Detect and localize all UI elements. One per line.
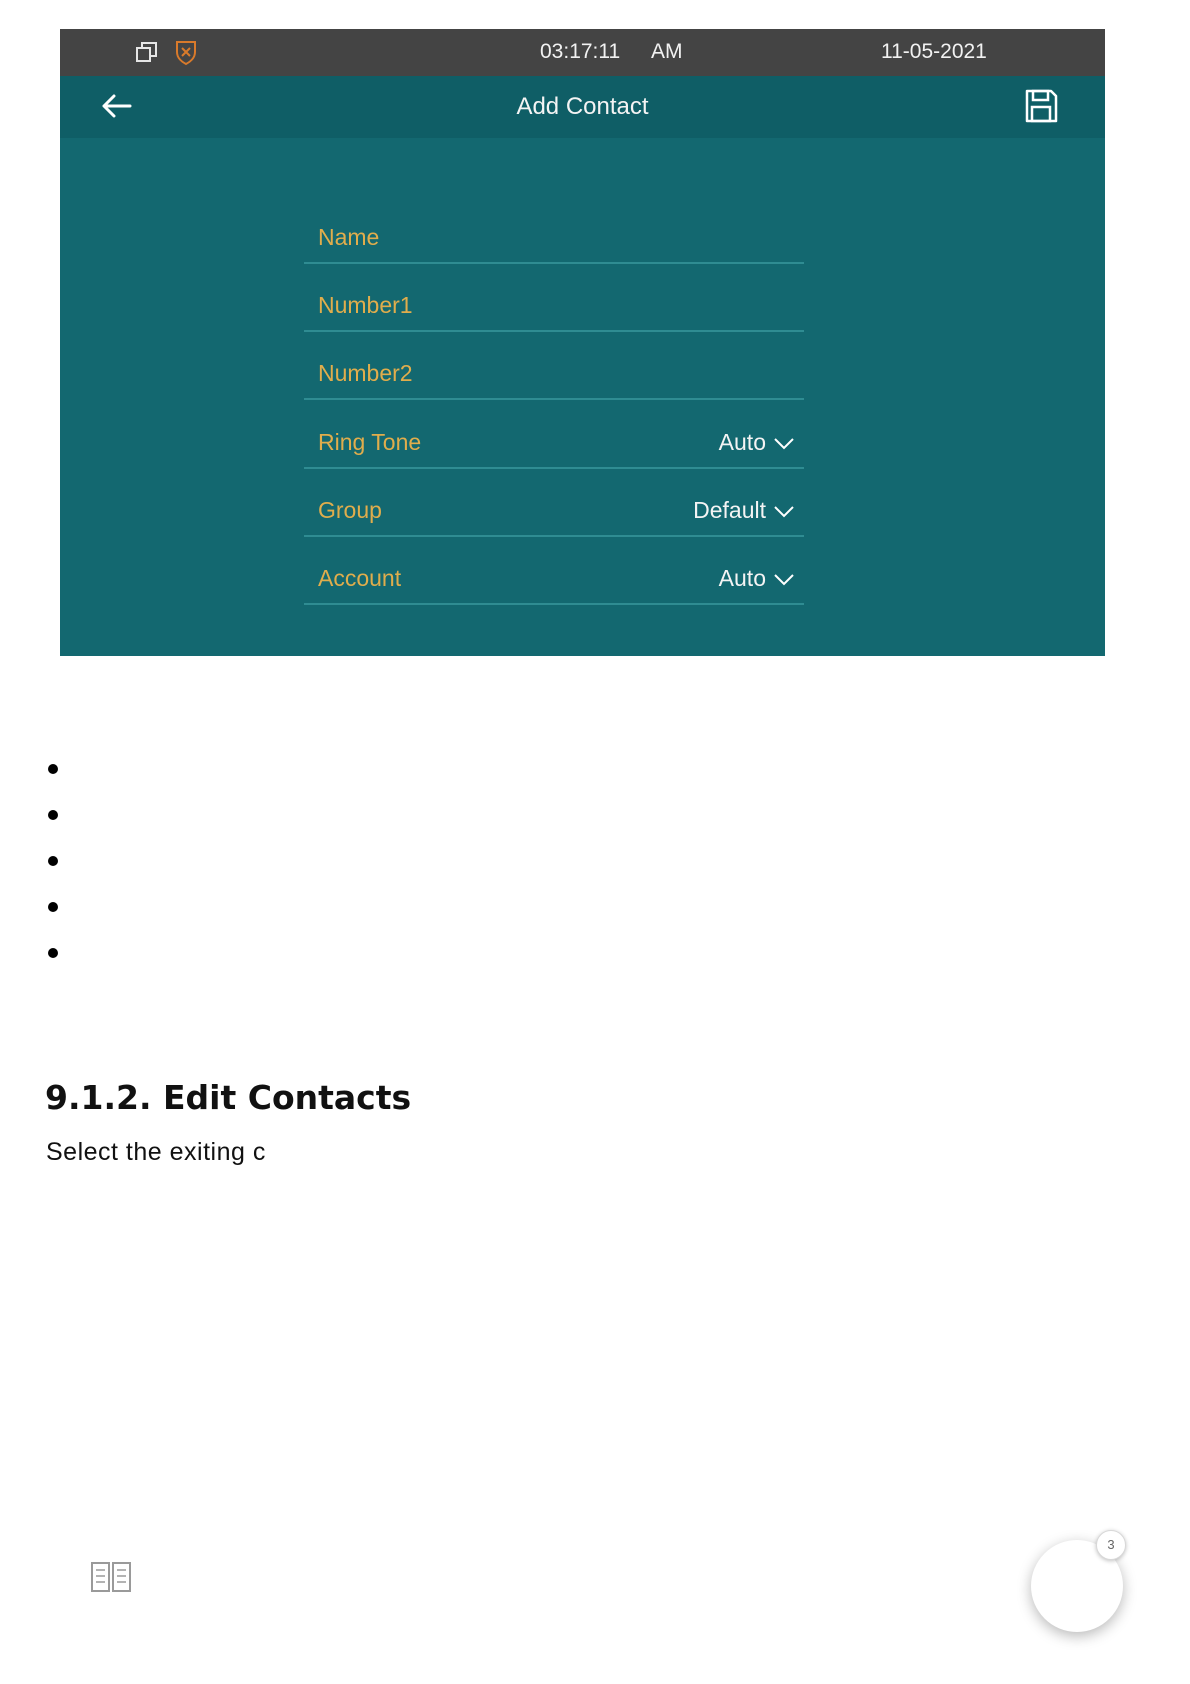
shield-icon	[176, 41, 196, 66]
bullet-dot	[48, 810, 58, 820]
window-restore-icon	[136, 42, 157, 62]
account-value: Auto	[718, 565, 766, 591]
device-screenshot: 03:17:11 AM 11-05-2021 Add Contact Name …	[60, 29, 1105, 656]
ring-tone-label: Ring Tone	[318, 429, 422, 455]
chevron-down-icon	[774, 438, 794, 450]
chevron-down-icon	[774, 574, 794, 586]
group-select[interactable]: Group Default	[304, 479, 804, 537]
number2-field-label: Number2	[318, 360, 413, 386]
section-heading: 9.1.2. Edit Contacts	[45, 1078, 412, 1117]
status-ampm: AM	[651, 40, 683, 63]
ring-tone-select[interactable]: Ring Tone Auto	[304, 411, 804, 469]
name-field-label: Name	[318, 224, 380, 250]
number1-field-label: Number1	[318, 292, 413, 318]
bullet-dot	[48, 948, 58, 958]
ring-tone-value: Auto	[718, 429, 766, 455]
section-body: Select the exiting c	[46, 1138, 266, 1166]
name-field[interactable]: Name	[304, 206, 804, 264]
status-date: 11-05-2021	[881, 40, 987, 63]
bullet-dot	[48, 902, 58, 912]
group-label: Group	[318, 497, 382, 523]
account-label: Account	[318, 565, 402, 591]
book-icon[interactable]	[90, 1559, 132, 1595]
bullet-dot	[48, 856, 58, 866]
status-bar: 03:17:11 AM 11-05-2021	[60, 29, 1105, 76]
notification-badge: 3	[1096, 1530, 1126, 1560]
status-time: 03:17:11	[540, 40, 621, 63]
number2-field[interactable]: Number2	[304, 342, 804, 400]
save-icon[interactable]	[1021, 86, 1061, 126]
group-value: Default	[693, 497, 766, 523]
page-title: Add Contact	[516, 93, 649, 120]
bullet-dot	[48, 764, 58, 774]
number1-field[interactable]: Number1	[304, 274, 804, 332]
account-select[interactable]: Account Auto	[304, 547, 804, 605]
title-bar: Add Contact	[60, 76, 1105, 138]
chevron-down-icon	[774, 506, 794, 518]
